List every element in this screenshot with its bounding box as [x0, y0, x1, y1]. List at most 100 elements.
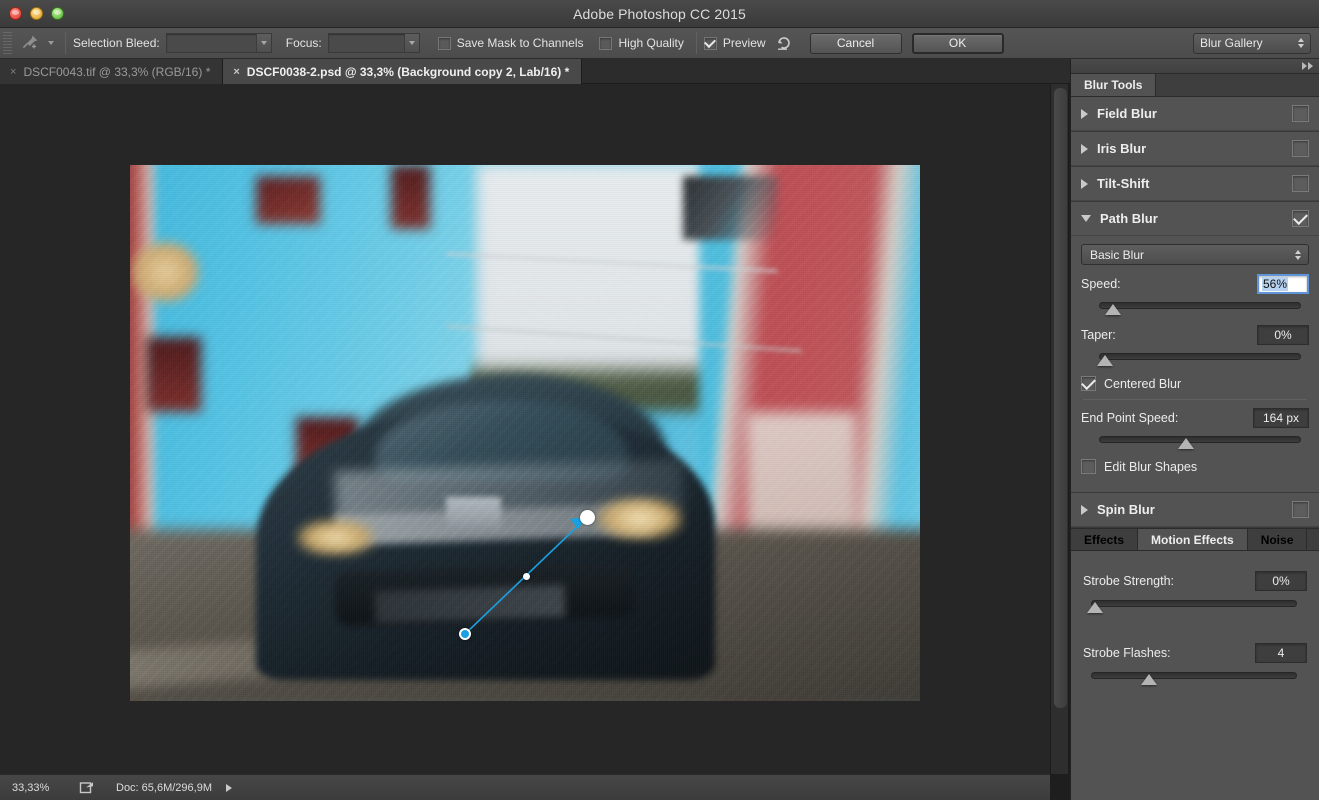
cancel-button[interactable]: Cancel [809, 32, 902, 54]
tilt-shift-enable-checkbox[interactable] [1292, 175, 1309, 192]
triangle-right-icon[interactable] [1081, 504, 1088, 515]
spin-blur-header[interactable]: Spin Blur [1071, 493, 1319, 527]
path-blur-label: Path Blur [1100, 211, 1158, 226]
speed-row: Speed: 56% [1081, 274, 1309, 294]
strobe-strength-slider-thumb[interactable] [1087, 602, 1103, 613]
tab-effects[interactable]: Effects [1071, 529, 1139, 550]
strobe-flashes-slider-track[interactable] [1091, 672, 1297, 679]
save-mask-checkbox-box[interactable] [437, 36, 451, 50]
taper-slider[interactable] [1081, 350, 1309, 366]
triangle-right-icon[interactable] [1081, 143, 1088, 154]
preview-checkbox-box[interactable] [703, 36, 717, 50]
options-bar: Selection Bleed: Focus: Save Mask to Cha… [0, 28, 1319, 59]
end-point-speed-input[interactable]: 164 px [1253, 408, 1309, 428]
document-size-info: Doc: 65,6M/296,9M [116, 781, 212, 794]
centered-blur-checkbox[interactable]: Centered Blur [1081, 376, 1309, 391]
workspace-selector[interactable]: Blur Gallery [1193, 32, 1311, 54]
strobe-strength-slider[interactable] [1083, 597, 1307, 613]
iris-blur-enable-checkbox[interactable] [1292, 140, 1309, 157]
focus-chevron-down-icon[interactable] [403, 34, 419, 52]
selection-bleed-field[interactable] [165, 33, 272, 53]
divider [1083, 399, 1307, 400]
ok-button[interactable]: OK [911, 32, 1004, 54]
taper-slider-thumb[interactable] [1097, 355, 1113, 366]
document-tab-label: DSCF0043.tif @ 33,3% (RGB/16) * [23, 64, 211, 79]
preview-checkbox[interactable]: Preview [703, 36, 766, 50]
spin-blur-enable-checkbox[interactable] [1292, 501, 1309, 518]
strobe-strength-input[interactable]: 0% [1255, 571, 1307, 591]
canvas-vertical-scrollbar[interactable] [1050, 84, 1069, 774]
triangle-down-icon[interactable] [1081, 215, 1091, 222]
triangle-right-icon[interactable] [1081, 108, 1088, 119]
section-tilt-shift: Tilt-Shift [1071, 167, 1319, 202]
taper-row: Taper: 0% [1081, 325, 1309, 345]
tab-motion-effects[interactable]: Motion Effects [1138, 529, 1248, 550]
status-bar: 33,33% Doc: 65,6M/296,9M [0, 774, 1050, 800]
document-tab-dscf0038-2[interactable]: × DSCF0038-2.psd @ 33,3% (Background cop… [223, 59, 583, 84]
strobe-flashes-slider[interactable] [1083, 669, 1307, 685]
path-blur-header[interactable]: Path Blur [1071, 202, 1319, 236]
strobe-flashes-row: Strobe Flashes: 4 [1083, 643, 1307, 663]
speed-label: Speed: [1081, 277, 1121, 291]
section-spin-blur: Spin Blur [1071, 493, 1319, 528]
focus-field[interactable] [327, 33, 420, 53]
path-blur-mode-select[interactable]: Basic Blur [1081, 244, 1309, 265]
tool-preset-chevron-down-icon[interactable] [44, 32, 58, 54]
tab-noise[interactable]: Noise [1248, 529, 1308, 550]
taper-label: Taper: [1081, 328, 1116, 342]
add-pin-tool-icon[interactable] [16, 31, 44, 55]
edit-blur-shapes-label: Edit Blur Shapes [1104, 459, 1198, 474]
tab-close-icon[interactable]: × [10, 66, 16, 78]
high-quality-label: High Quality [618, 36, 684, 50]
spin-blur-label: Spin Blur [1097, 502, 1155, 517]
save-mask-label: Save Mask to Channels [456, 36, 584, 50]
canvas-area[interactable] [0, 84, 1050, 774]
options-bar-grip[interactable] [3, 32, 12, 54]
save-mask-to-channels-checkbox[interactable]: Save Mask to Channels [437, 36, 584, 50]
speed-slider[interactable] [1081, 299, 1309, 315]
strobe-flashes-input[interactable]: 4 [1255, 643, 1307, 663]
tilt-shift-header[interactable]: Tilt-Shift [1071, 167, 1319, 201]
document-tab-dscf0043[interactable]: × DSCF0043.tif @ 33,3% (RGB/16) * [0, 59, 224, 84]
photoshop-window: Adobe Photoshop CC 2015 Selection Bleed:… [0, 0, 1319, 800]
window-title: Adobe Photoshop CC 2015 [573, 5, 746, 22]
section-iris-blur: Iris Blur [1071, 132, 1319, 167]
strobe-flashes-slider-thumb[interactable] [1141, 674, 1157, 685]
edit-blur-shapes-checkbox[interactable]: Edit Blur Shapes [1081, 459, 1309, 474]
zoom-level[interactable]: 33,33% [12, 782, 76, 794]
double-chevron-right-icon[interactable] [1302, 62, 1313, 70]
edit-blur-shapes-checkbox-box[interactable] [1081, 459, 1096, 474]
taper-input[interactable]: 0% [1257, 325, 1309, 345]
centered-blur-checkbox-box[interactable] [1081, 376, 1096, 391]
strobe-strength-slider-track[interactable] [1091, 600, 1297, 607]
field-blur-label: Field Blur [1097, 106, 1157, 121]
iris-blur-header[interactable]: Iris Blur [1071, 132, 1319, 166]
tab-close-icon[interactable]: × [233, 66, 239, 78]
workspace-label: Blur Gallery [1200, 36, 1263, 50]
divider [695, 32, 697, 54]
canvas-scrollbar-thumb[interactable] [1054, 88, 1067, 708]
end-point-speed-slider[interactable] [1081, 433, 1309, 449]
speed-slider-thumb[interactable] [1105, 304, 1121, 315]
high-quality-checkbox-box[interactable] [599, 36, 613, 50]
status-triangle-right-icon[interactable] [226, 783, 232, 792]
triangle-right-icon[interactable] [1081, 178, 1088, 189]
field-blur-enable-checkbox[interactable] [1292, 105, 1309, 122]
select-stepper-icon [1295, 249, 1301, 260]
end-point-speed-slider-track[interactable] [1099, 436, 1301, 443]
centered-blur-label: Centered Blur [1104, 376, 1182, 391]
taper-slider-track[interactable] [1099, 353, 1301, 360]
path-blur-enable-checkbox[interactable] [1292, 210, 1309, 227]
iris-blur-label: Iris Blur [1097, 141, 1147, 156]
high-quality-checkbox[interactable]: High Quality [599, 36, 684, 50]
tab-blur-tools[interactable]: Blur Tools [1071, 74, 1157, 96]
document-image[interactable] [130, 165, 920, 701]
speed-slider-track[interactable] [1099, 302, 1301, 309]
selection-bleed-chevron-down-icon[interactable] [255, 34, 271, 52]
end-point-speed-slider-thumb[interactable] [1178, 438, 1194, 449]
motion-effects-body: Strobe Strength: 0% Strobe Flashes: 4 [1071, 551, 1319, 727]
share-icon[interactable] [76, 780, 98, 795]
field-blur-header[interactable]: Field Blur [1071, 97, 1319, 131]
speed-input[interactable]: 56% [1257, 274, 1309, 294]
reset-arrow-icon[interactable] [772, 32, 796, 54]
